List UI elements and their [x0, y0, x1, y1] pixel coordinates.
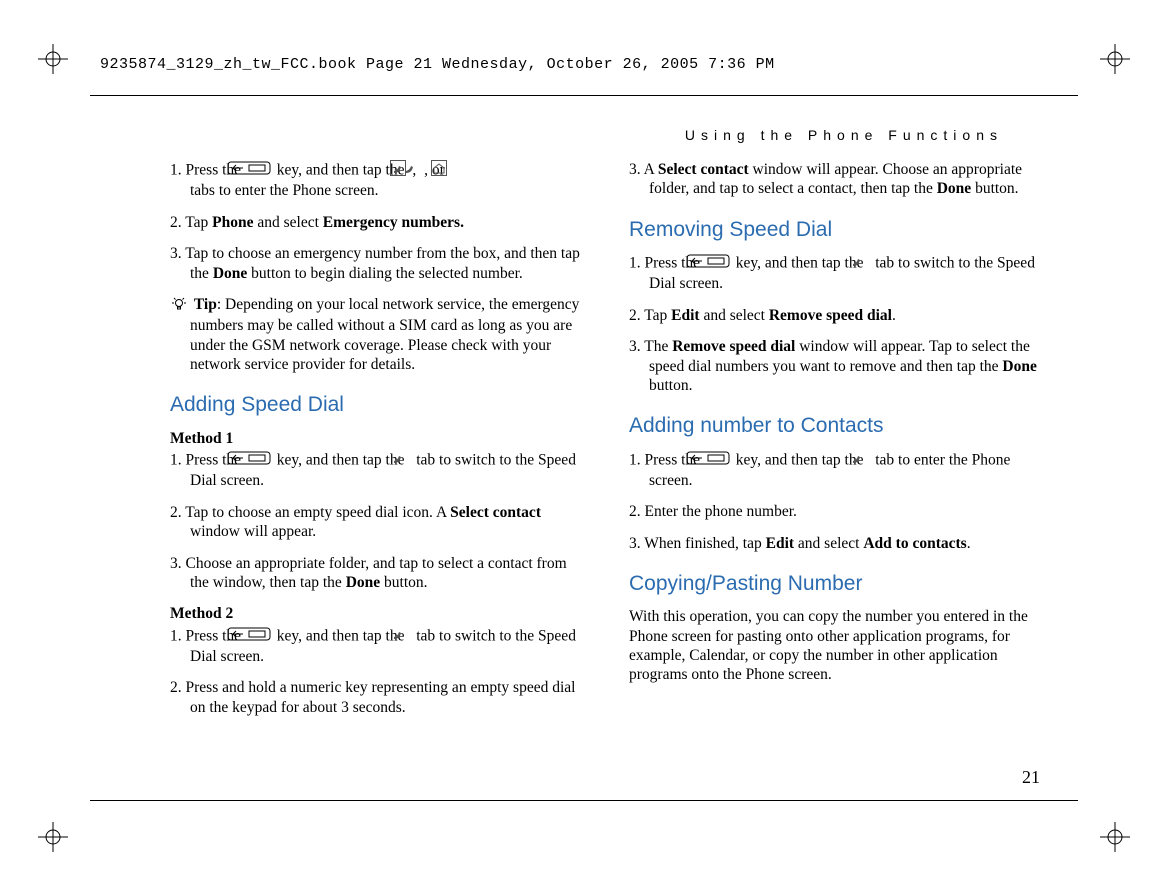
right-column: 3. A Select contact window will appear. …: [629, 160, 1048, 729]
hardware-key-icon: [706, 254, 730, 273]
list-item: 2. Tap Edit and select Remove speed dial…: [629, 306, 1048, 325]
text: 2. Tap to choose an empty speed dial ico…: [170, 504, 450, 521]
list-item: 2. Tap to choose an empty speed dial ico…: [170, 503, 589, 542]
section-heading: Copying/Pasting Number: [629, 571, 1048, 597]
hardware-key-icon: [706, 451, 730, 470]
bold-text: Add to contacts: [863, 535, 966, 552]
lightbulb-icon: [170, 295, 188, 316]
bold-text: Remove speed dial: [769, 307, 892, 324]
crop-mark-icon: [38, 822, 68, 852]
text: key, and then tap the: [277, 451, 409, 468]
bold-text: Emergency numbers.: [323, 214, 464, 231]
text: 2. Tap: [170, 214, 212, 231]
page-number: 21: [1022, 767, 1040, 788]
running-head: Using the Phone Functions: [685, 127, 1003, 143]
list-item: 3. Choose an appropriate folder, and tap…: [170, 554, 589, 593]
text: button.: [649, 377, 693, 394]
hardware-key-icon: [247, 627, 271, 646]
crop-mark-icon: [38, 44, 68, 74]
list-item: 1. Press the key, and then tap the tab t…: [170, 626, 589, 667]
section-heading: Removing Speed Dial: [629, 217, 1048, 243]
list-item: 1. Press the key, and then tap the , , o…: [170, 160, 589, 201]
text: button.: [971, 180, 1018, 197]
text: .: [892, 307, 896, 324]
crop-mark-icon: [1100, 44, 1130, 74]
list-item: 1. Press the key, and then tap the tab t…: [629, 450, 1048, 491]
list-item: 2. Tap Phone and select Emergency number…: [170, 213, 589, 232]
text: 3. A: [629, 161, 658, 178]
text: key, and then tap the: [277, 627, 409, 644]
text: 2. Tap: [629, 307, 671, 324]
tip-text: : Depending on your local network servic…: [190, 296, 579, 373]
bold-text: Done: [1002, 358, 1036, 375]
pdf-header-text: 9235874_3129_zh_tw_FCC.book Page 21 Wedn…: [100, 56, 775, 73]
method-heading: Method 2: [170, 604, 589, 623]
text: 2. Enter the phone number.: [629, 503, 797, 520]
tip-label: Tip: [194, 296, 217, 313]
hardware-key-icon: [247, 161, 271, 180]
left-column: 1. Press the key, and then tap the , , o…: [170, 160, 589, 729]
list-item: 3. The Remove speed dial window will app…: [629, 337, 1048, 395]
text: key, and then tap the: [736, 451, 868, 468]
text: button to begin dialing the selected num…: [247, 265, 523, 282]
bold-text: Phone: [212, 214, 253, 231]
bold-text: Done: [213, 265, 247, 282]
crop-line: [90, 800, 1078, 801]
bold-text: Done: [937, 180, 971, 197]
list-item: 1. Press the key, and then tap the tab t…: [170, 450, 589, 491]
crop-line: [90, 95, 1078, 96]
crop-mark-icon: [1100, 822, 1130, 852]
list-item: 3. Tap to choose an emergency number fro…: [170, 244, 589, 283]
text: tabs to enter the Phone screen.: [190, 181, 589, 200]
text: .: [967, 535, 971, 552]
bold-text: Select contact: [658, 161, 749, 178]
tip-box: Tip: Depending on your local network ser…: [170, 295, 589, 375]
text: and select: [794, 535, 863, 552]
hardware-key-icon: [247, 451, 271, 470]
method-heading: Method 1: [170, 429, 589, 448]
list-item: 3. A Select contact window will appear. …: [629, 160, 1048, 199]
section-heading: Adding number to Contacts: [629, 413, 1048, 439]
text: button.: [380, 574, 427, 591]
text: window will appear.: [190, 523, 316, 540]
section-heading: Adding Speed Dial: [170, 392, 589, 418]
bold-text: Select contact: [450, 504, 541, 521]
list-item: 2. Enter the phone number.: [629, 502, 1048, 521]
paragraph: With this operation, you can copy the nu…: [629, 607, 1048, 685]
list-item: 1. Press the key, and then tap the tab t…: [629, 253, 1048, 294]
bold-text: Remove speed dial: [672, 338, 795, 355]
text: key, and then tap the: [277, 161, 409, 178]
text: 2. Press and hold a numeric key represen…: [170, 679, 575, 715]
bold-text: Done: [346, 574, 380, 591]
text: and select: [253, 214, 322, 231]
list-item: 2. Press and hold a numeric key represen…: [170, 678, 589, 717]
text: key, and then tap the: [736, 254, 868, 271]
bold-text: Edit: [671, 307, 699, 324]
list-item: 3. When finished, tap Edit and select Ad…: [629, 534, 1048, 553]
text: 3. The: [629, 338, 672, 355]
page-body: 1. Press the key, and then tap the , , o…: [170, 160, 1048, 729]
text: 3. When finished, tap: [629, 535, 766, 552]
text: and select: [700, 307, 769, 324]
bold-text: Edit: [766, 535, 794, 552]
